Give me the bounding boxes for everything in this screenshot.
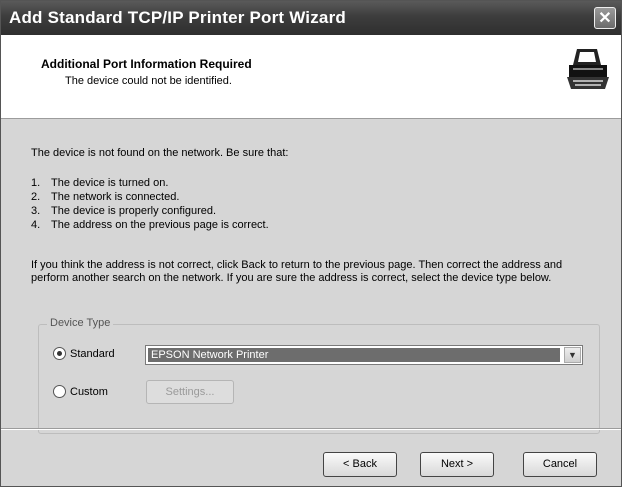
close-icon: ✕ — [598, 10, 612, 27]
wizard-body: The device is not found on the network. … — [1, 119, 621, 434]
custom-radio[interactable] — [53, 385, 66, 398]
printer-network-icon — [565, 45, 611, 91]
wizard-header: Additional Port Information Required The… — [1, 35, 621, 119]
back-button[interactable]: < Back — [323, 452, 397, 477]
device-type-legend: Device Type — [47, 317, 114, 329]
device-type-group: Device Type Standard EPSON Network Print… — [38, 317, 600, 434]
device-type-value: EPSON Network Printer — [148, 348, 560, 362]
device-type-select[interactable]: EPSON Network Printer ▼ — [145, 345, 583, 365]
list-item: 4. The address on the previous page is co… — [31, 219, 269, 231]
next-button[interactable]: Next > — [420, 452, 494, 477]
close-button[interactable]: ✕ — [594, 7, 616, 29]
intro-text: The device is not found on the network. … — [31, 147, 289, 159]
checklist: 1. The device is turned on. 2. The network… — [31, 176, 269, 232]
chevron-down-icon[interactable]: ▼ — [564, 347, 581, 363]
standard-radio[interactable] — [53, 347, 66, 360]
custom-radio-row[interactable]: Custom — [53, 385, 108, 398]
header-title: Additional Port Information Required — [41, 57, 252, 71]
standard-label: Standard — [70, 347, 115, 360]
list-item: 3. The device is properly configured. — [31, 205, 217, 217]
title-bar[interactable]: Add Standard TCP/IP Printer Port Wizard … — [1, 1, 621, 35]
header-subtitle: The device could not be identified. — [65, 75, 232, 87]
instruction-paragraph: If you think the address is not correct,… — [31, 259, 563, 284]
footer-divider — [1, 428, 621, 430]
list-item: 2. The network is connected. — [31, 191, 180, 203]
wizard-window: Add Standard TCP/IP Printer Port Wizard … — [0, 0, 622, 487]
custom-label: Custom — [70, 385, 108, 398]
window-title: Add Standard TCP/IP Printer Port Wizard — [9, 8, 346, 27]
cancel-button[interactable]: Cancel — [523, 452, 597, 477]
list-item: 1. The device is turned on. — [31, 177, 169, 189]
standard-radio-row[interactable]: Standard — [53, 347, 115, 360]
settings-button[interactable]: Settings... — [146, 380, 234, 404]
